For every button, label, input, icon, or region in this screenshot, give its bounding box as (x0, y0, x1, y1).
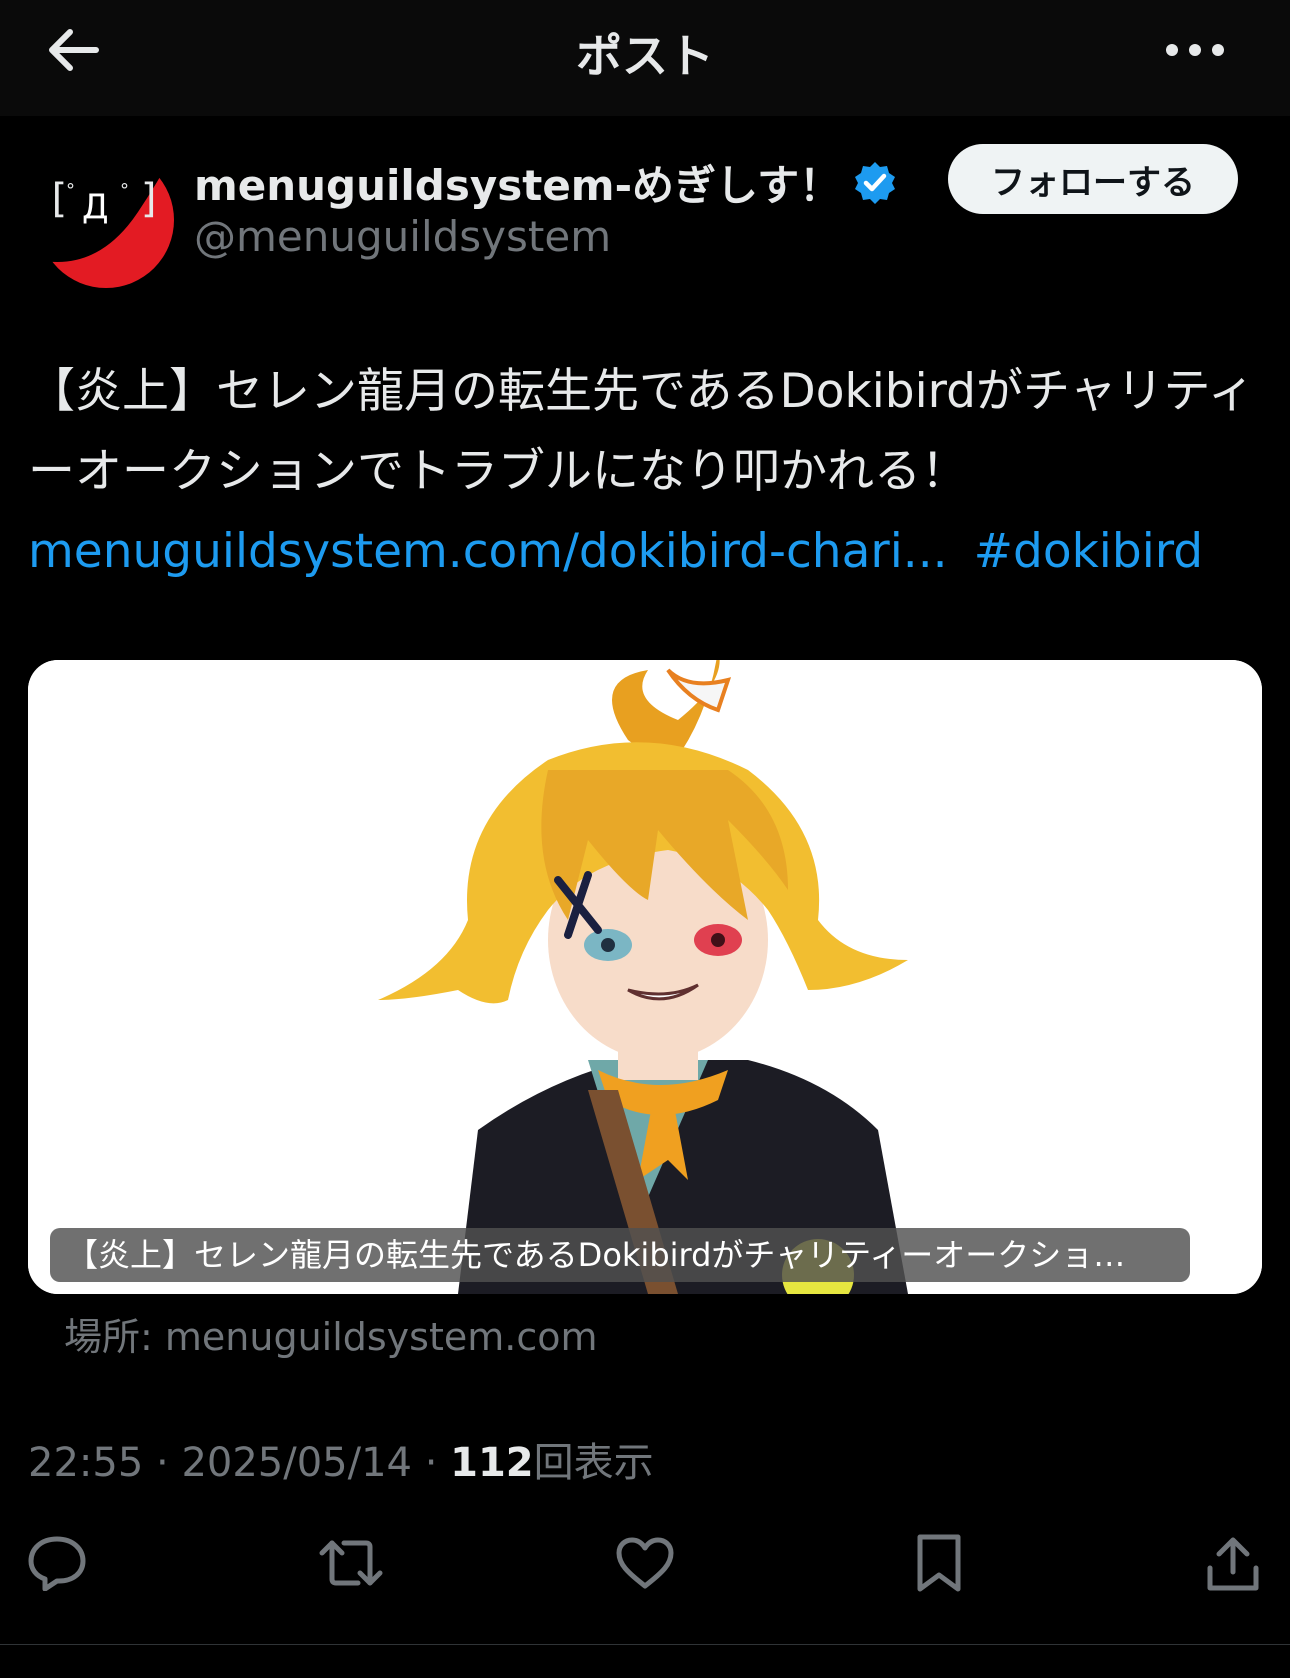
avatar-logo-icon: [ ° Д ° ] (38, 152, 174, 288)
post-links: menuguildsystem.com/dokibird-chari... #do… (28, 512, 1268, 592)
views-label: 回表示 (533, 1440, 654, 1486)
meta-separator: · (143, 1440, 182, 1486)
post-time[interactable]: 22:55 (28, 1440, 143, 1486)
post-meta: 22:55 · 2025/05/14 · 112回表示 (28, 1430, 654, 1488)
action-bar (0, 1528, 1290, 1598)
svg-text:Д: Д (82, 187, 109, 227)
avatar[interactable]: [ ° Д ° ] (38, 152, 174, 288)
post-link[interactable]: menuguildsystem.com/dokibird-chari... (28, 524, 948, 579)
author-name[interactable]: menuguildsystem-めぎしす！ (194, 152, 841, 213)
card-source[interactable]: 場所: menuguildsystem.com (64, 1306, 598, 1361)
link-preview-card[interactable]: 【炎上】セレン龍月の転生先であるDokibirdがチャリティーオークショ… (28, 660, 1262, 1294)
author-name-row[interactable]: menuguildsystem-めぎしす！ (194, 152, 897, 212)
divider (0, 1644, 1290, 1645)
views-count: 112 (450, 1440, 534, 1486)
bookmark-button[interactable] (904, 1528, 974, 1598)
author-handle[interactable]: @menuguildsystem (194, 212, 611, 261)
hashtag-link[interactable]: #dokibird (974, 524, 1203, 579)
reply-button[interactable] (22, 1528, 92, 1598)
retweet-icon (319, 1540, 383, 1586)
retweet-button[interactable] (316, 1528, 386, 1598)
reply-icon (28, 1536, 86, 1591)
follow-button[interactable]: フォローする (948, 144, 1238, 214)
bookmark-icon (917, 1534, 961, 1592)
share-icon (1207, 1537, 1259, 1591)
svg-text:]: ] (138, 176, 162, 222)
share-button[interactable] (1198, 1528, 1268, 1598)
verified-badge-icon (855, 162, 896, 204)
heart-icon (616, 1537, 674, 1589)
like-button[interactable] (610, 1528, 680, 1598)
page-title: ポスト (576, 29, 714, 83)
top-bar: ポスト (0, 0, 1290, 116)
meta-separator: · (411, 1440, 451, 1486)
more-options-button[interactable] (1160, 26, 1230, 74)
more-horizontal-icon (1166, 44, 1224, 56)
card-title: 【炎上】セレン龍月の転生先であるDokibirdがチャリティーオークショ… (50, 1228, 1190, 1282)
post-date[interactable]: 2025/05/14 (181, 1440, 412, 1486)
svg-text:°: ° (120, 180, 129, 201)
svg-text:°: ° (66, 180, 75, 201)
post-text: 【炎上】セレン龍月の転生先であるDokibirdがチャリティーオークションでトラ… (28, 364, 1255, 499)
card-image (28, 660, 1262, 1294)
